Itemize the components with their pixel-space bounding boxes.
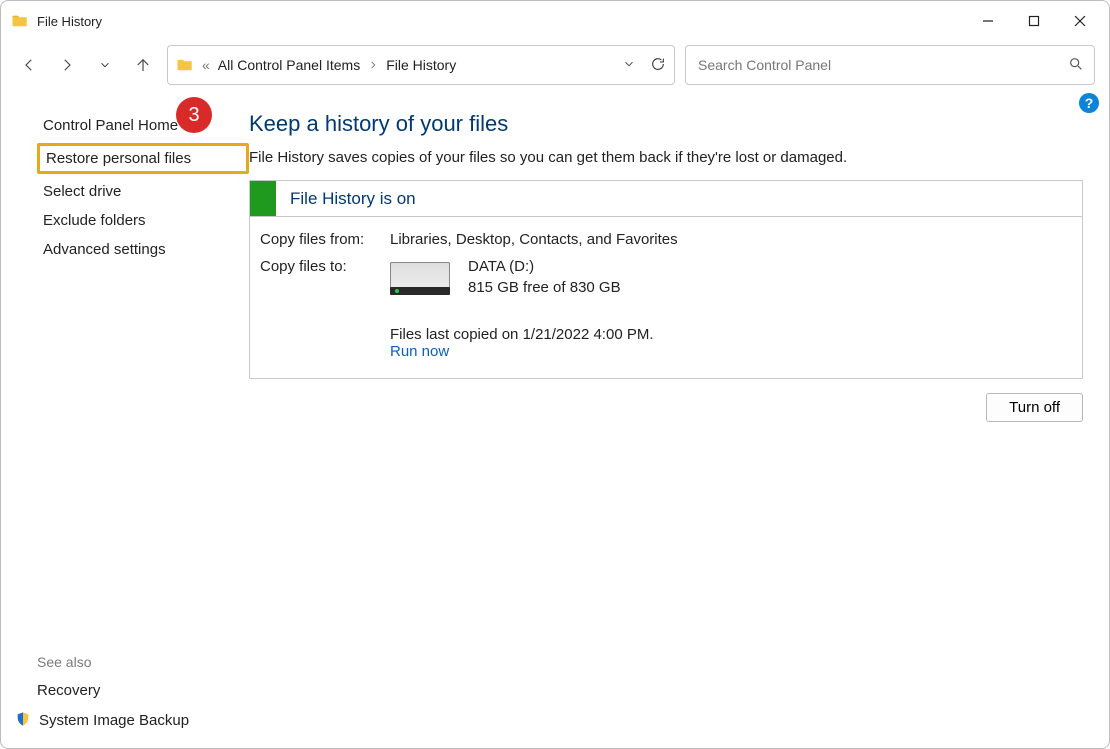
up-button[interactable]: [129, 51, 157, 79]
sidebar-select-drive[interactable]: Select drive: [37, 177, 249, 206]
breadcrumb-overflow[interactable]: «: [202, 57, 210, 73]
last-copied-text: Files last copied on 1/21/2022 4:00 PM.: [390, 326, 1072, 343]
maximize-button[interactable]: [1011, 5, 1057, 37]
body: 3 Control Panel Home Restore personal fi…: [1, 89, 1109, 748]
forward-button[interactable]: [53, 51, 81, 79]
search-input[interactable]: [696, 56, 1060, 74]
copy-to-label: Copy files to:: [260, 258, 382, 296]
copy-from-value: Libraries, Desktop, Contacts, and Favori…: [390, 231, 1072, 248]
run-now-link[interactable]: Run now: [390, 343, 449, 360]
sidebar: 3 Control Panel Home Restore personal fi…: [1, 89, 249, 748]
page-subtitle: File History saves copies of your files …: [249, 149, 1083, 166]
address-folder-icon: [176, 56, 194, 74]
address-bar[interactable]: « All Control Panel Items File History: [167, 45, 675, 85]
window-title: File History: [37, 14, 102, 29]
main-content: ? Keep a history of your files File Hist…: [249, 89, 1109, 748]
drive-icon: [390, 262, 450, 290]
sidebar-control-panel-home[interactable]: Control Panel Home: [37, 111, 249, 140]
breadcrumb-all-items[interactable]: All Control Panel Items: [218, 57, 360, 73]
sidebar-exclude-folders[interactable]: Exclude folders: [37, 206, 249, 235]
sidebar-restore-personal-files[interactable]: Restore personal files: [37, 143, 249, 174]
back-button[interactable]: [15, 51, 43, 79]
search-icon[interactable]: [1068, 56, 1084, 75]
help-icon[interactable]: ?: [1079, 93, 1099, 113]
sidebar-recovery[interactable]: Recovery: [37, 682, 100, 699]
page-title: Keep a history of your files: [249, 111, 1083, 137]
minimize-button[interactable]: [965, 5, 1011, 37]
sidebar-advanced-settings[interactable]: Advanced settings: [37, 235, 249, 264]
sidebar-system-image-backup[interactable]: System Image Backup: [39, 712, 189, 729]
status-header: File History is on: [250, 181, 1082, 217]
status-panel: File History is on Copy files from: Libr…: [249, 180, 1083, 379]
breadcrumb-file-history[interactable]: File History: [386, 57, 456, 73]
destination-name: DATA (D:): [468, 258, 621, 275]
close-button[interactable]: [1057, 5, 1103, 37]
breadcrumb-chevron-icon: [368, 57, 378, 73]
recent-locations-button[interactable]: [91, 51, 119, 79]
shield-icon: [15, 711, 31, 730]
nav-row: « All Control Panel Items File History: [1, 41, 1109, 89]
turn-off-button[interactable]: Turn off: [986, 393, 1083, 422]
destination-free-space: 815 GB free of 830 GB: [468, 279, 621, 296]
address-dropdown-button[interactable]: [622, 57, 636, 74]
see-also-heading: See also: [37, 654, 249, 676]
status-title: File History is on: [276, 189, 416, 209]
window-frame: File History « All Contro: [0, 0, 1110, 749]
app-folder-icon: [11, 12, 29, 30]
annotation-step-badge: 3: [176, 97, 212, 133]
search-box[interactable]: [685, 45, 1095, 85]
status-indicator-on: [250, 181, 276, 216]
titlebar: File History: [1, 1, 1109, 41]
refresh-button[interactable]: [650, 56, 666, 75]
copy-from-label: Copy files from:: [260, 231, 382, 248]
